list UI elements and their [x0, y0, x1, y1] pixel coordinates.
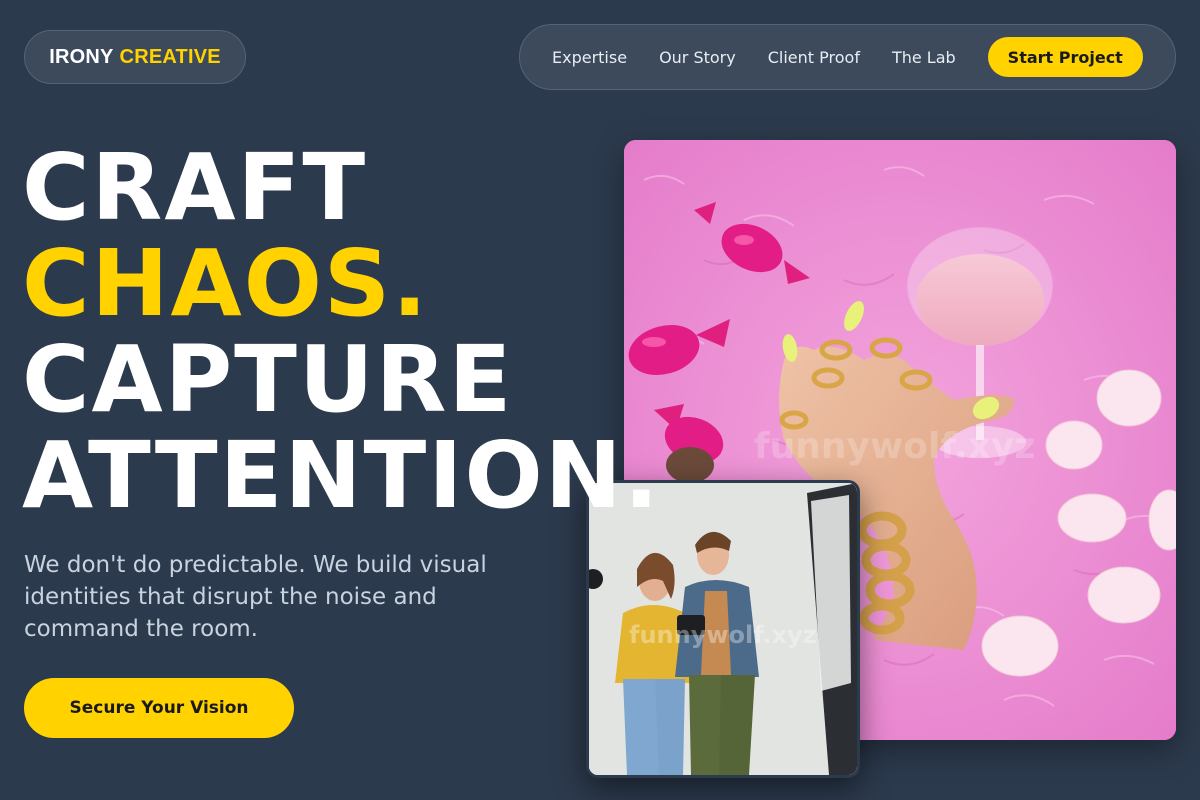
headline-line-4: ATTENTION. [22, 422, 661, 529]
secure-your-vision-button[interactable]: Secure Your Vision [24, 678, 294, 738]
main-watermark: funnywolf.xyz [754, 426, 1035, 467]
nav-link-client-proof[interactable]: Client Proof [768, 48, 860, 67]
nav-link-the-lab[interactable]: The Lab [892, 48, 956, 67]
headline-line-3: CAPTURE [22, 326, 514, 433]
nav-link-our-story[interactable]: Our Story [659, 48, 736, 67]
hero-headline: CRAFT CHAOS. CAPTURE ATTENTION. [22, 140, 661, 524]
headline-line-2: CHAOS. [22, 230, 430, 337]
nav-link-expertise[interactable]: Expertise [552, 48, 627, 67]
headline-line-1: CRAFT [22, 134, 368, 241]
brand-word-2: CREATIVE [119, 45, 221, 68]
hero-subtext: We don't do predictable. We build visual… [24, 552, 487, 642]
brand-word-1: IRONY [49, 45, 114, 68]
main-nav: Expertise Our Story Client Proof The Lab… [519, 24, 1176, 90]
small-watermark: funnywolf.xyz [629, 621, 817, 649]
brand-logo[interactable]: IRONY CREATIVE [24, 30, 246, 84]
start-project-button[interactable]: Start Project [987, 37, 1143, 77]
